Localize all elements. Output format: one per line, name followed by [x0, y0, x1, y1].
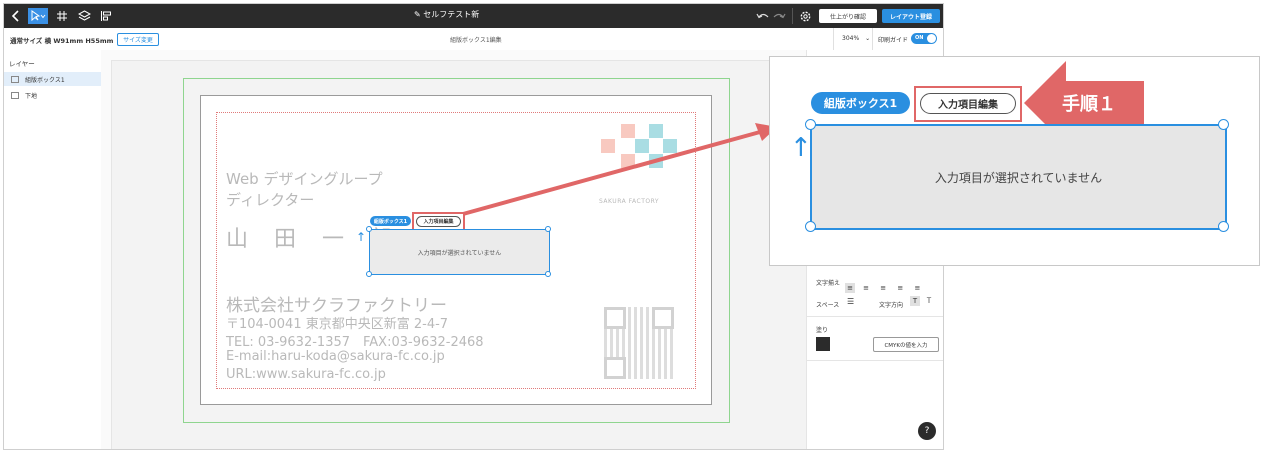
- callout-handle: [1218, 119, 1229, 130]
- callout-up-arrow-icon: ↑: [790, 133, 812, 163]
- zoom-callout: 郎 組版ボックス1 入力項目編集 手順１ ↑ 入力項目が選択されていません: [769, 56, 1260, 266]
- callout-handle: [805, 119, 816, 130]
- callout-highlight: [914, 86, 1022, 122]
- callout-handle: [805, 221, 816, 232]
- callout-handle: [1218, 221, 1229, 232]
- callout-box-label: 組版ボックス1: [811, 92, 910, 114]
- step-label: 手順１: [1062, 94, 1116, 115]
- callout-type-box: 入力項目が選択されていません: [810, 124, 1227, 230]
